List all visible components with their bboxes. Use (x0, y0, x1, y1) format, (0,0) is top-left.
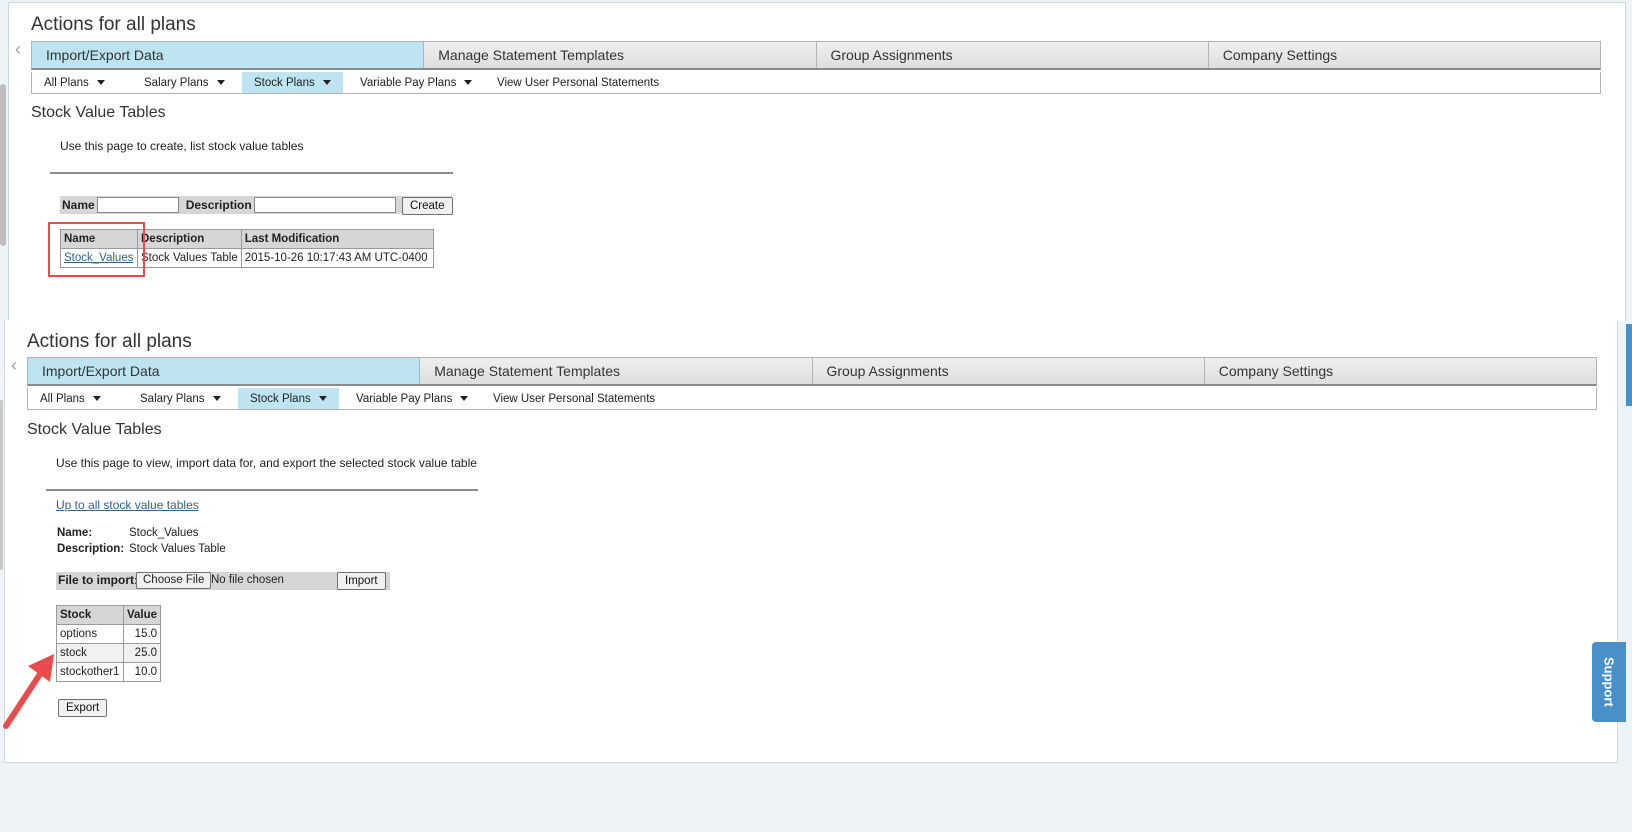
caret-down-icon (92, 396, 101, 401)
tab-label: Import/Export Data (42, 363, 160, 379)
import-button[interactable]: Import (337, 572, 386, 590)
divider (50, 172, 453, 174)
tab-label: Manage Statement Templates (434, 363, 620, 379)
page-title: Actions for all plans (31, 14, 196, 35)
tab-label: Group Assignments (826, 363, 949, 379)
chevron-left-icon[interactable]: ‹ (11, 356, 17, 374)
subtab-label: View User Personal Statements (497, 76, 660, 89)
subtab-salary-plans[interactable]: Salary Plans (140, 388, 221, 409)
column-header: Value (122, 605, 162, 625)
create-button[interactable]: Create (402, 197, 453, 215)
tab-group-assignments[interactable]: Group Assignments (812, 358, 1205, 384)
column-header: Last Modification (240, 229, 434, 249)
side-edge-indicator (1626, 324, 1632, 406)
detail-view-panel (4, 320, 1618, 763)
description-value: Stock Values Table (129, 543, 226, 555)
stock-values-table: Stock Value options 15.0 stock 25.0 stoc… (56, 605, 162, 682)
main-tab-bar: Import/Export Data Manage Statement Temp… (27, 357, 1597, 386)
tab-label: Company Settings (1218, 363, 1334, 379)
name-label: Name (62, 198, 95, 212)
tab-manage-statement-templates[interactable]: Manage Statement Templates (420, 358, 813, 384)
subtab-stock-plans[interactable]: Stock Plans (242, 72, 343, 93)
support-tab[interactable]: Support (1592, 642, 1626, 722)
table-row: options 15.0 (56, 624, 162, 644)
subtab-label: Variable Pay Plans (360, 76, 457, 89)
subtab-all-plans[interactable]: All Plans (44, 72, 105, 93)
subtab-view-user-personal-statements[interactable]: View User Personal Statements (497, 72, 659, 93)
tab-import-export-data[interactable]: Import/Export Data (32, 42, 425, 68)
caret-down-icon (212, 396, 221, 401)
tab-label: Import/Export Data (46, 47, 164, 63)
table-cell-value: 10.0 (122, 662, 162, 682)
page-title: Actions for all plans (27, 331, 192, 352)
subtab-all-plans[interactable]: All Plans (40, 388, 101, 409)
name-value: Stock_Values (129, 527, 199, 539)
choose-file-button[interactable]: Choose File (136, 572, 212, 589)
table-cell-description: Stock Values Table (137, 248, 242, 268)
table-row: stock 25.0 (56, 643, 162, 663)
caret-down-icon (322, 80, 331, 85)
scrollbar-thumb[interactable] (0, 400, 3, 570)
subtab-variable-pay-plans[interactable]: Variable Pay Plans (360, 72, 473, 93)
create-form: Name Description (60, 196, 452, 214)
table-cell-value: 15.0 (122, 624, 162, 644)
scrollbar-thumb[interactable] (0, 84, 6, 246)
caret-down-icon (318, 396, 327, 401)
tab-label: Manage Statement Templates (438, 47, 624, 63)
sub-tab-bar: All Plans Salary Plans Stock Plans Varia… (31, 72, 1601, 94)
file-to-import-label: File to import: (58, 573, 138, 587)
subtab-label: Variable Pay Plans (356, 392, 453, 405)
table-cell-modified: 2015-10-26 10:17:43 AM UTC-0400 (240, 248, 434, 268)
name-input[interactable] (96, 197, 179, 213)
description-label: Description (185, 198, 252, 212)
subtab-variable-pay-plans[interactable]: Variable Pay Plans (356, 388, 469, 409)
support-label: Support (1601, 657, 1617, 707)
column-header: Stock (56, 605, 124, 625)
subtab-label: Stock Plans (254, 76, 315, 89)
no-file-chosen-text: No file chosen (211, 574, 284, 586)
caret-down-icon (216, 80, 225, 85)
subtab-label: Stock Plans (250, 392, 311, 405)
table-cell-stock: options (56, 624, 124, 644)
up-to-all-tables-link[interactable]: Up to all stock value tables (56, 498, 199, 512)
subtab-view-user-personal-statements[interactable]: View User Personal Statements (493, 388, 655, 409)
subtab-label: All Plans (40, 392, 85, 405)
chevron-left-icon[interactable]: ‹ (15, 40, 21, 58)
page-description: Use this page to create, list stock valu… (60, 139, 304, 153)
caret-down-icon (464, 80, 473, 85)
caret-down-icon (460, 396, 469, 401)
subtab-label: Salary Plans (144, 76, 209, 89)
subtab-label: All Plans (44, 76, 89, 89)
tab-company-settings[interactable]: Company Settings (1208, 42, 1600, 68)
annotation-highlight-box (48, 222, 145, 277)
table-row: stockother1 10.0 (56, 662, 162, 682)
section-title: Stock Value Tables (31, 104, 166, 121)
column-header: Description (137, 229, 242, 249)
subtab-stock-plans[interactable]: Stock Plans (238, 388, 339, 409)
name-label: Name: (57, 527, 93, 539)
tab-company-settings[interactable]: Company Settings (1204, 358, 1596, 384)
tab-label: Group Assignments (830, 47, 953, 63)
tab-manage-statement-templates[interactable]: Manage Statement Templates (424, 42, 817, 68)
sub-tab-bar: All Plans Salary Plans Stock Plans Varia… (27, 388, 1597, 410)
divider (46, 489, 478, 491)
subtab-salary-plans[interactable]: Salary Plans (144, 72, 225, 93)
description-input[interactable] (253, 197, 396, 213)
description-label: Description: (57, 543, 125, 555)
main-tab-bar: Import/Export Data Manage Statement Temp… (31, 41, 1601, 70)
subtab-label: Salary Plans (140, 392, 205, 405)
subtab-label: View User Personal Statements (493, 392, 656, 405)
page-description: Use this page to view, import data for, … (56, 456, 477, 470)
tab-group-assignments[interactable]: Group Assignments (816, 42, 1209, 68)
annotation-arrow-icon (3, 654, 54, 729)
name-field: Name: Stock_Values (57, 527, 198, 539)
tab-label: Company Settings (1222, 47, 1338, 63)
description-field: Description: Stock Values Table (57, 543, 226, 555)
tab-import-export-data[interactable]: Import/Export Data (28, 358, 421, 384)
section-title: Stock Value Tables (27, 421, 162, 438)
table-cell-value: 25.0 (122, 643, 162, 663)
caret-down-icon (96, 80, 105, 85)
